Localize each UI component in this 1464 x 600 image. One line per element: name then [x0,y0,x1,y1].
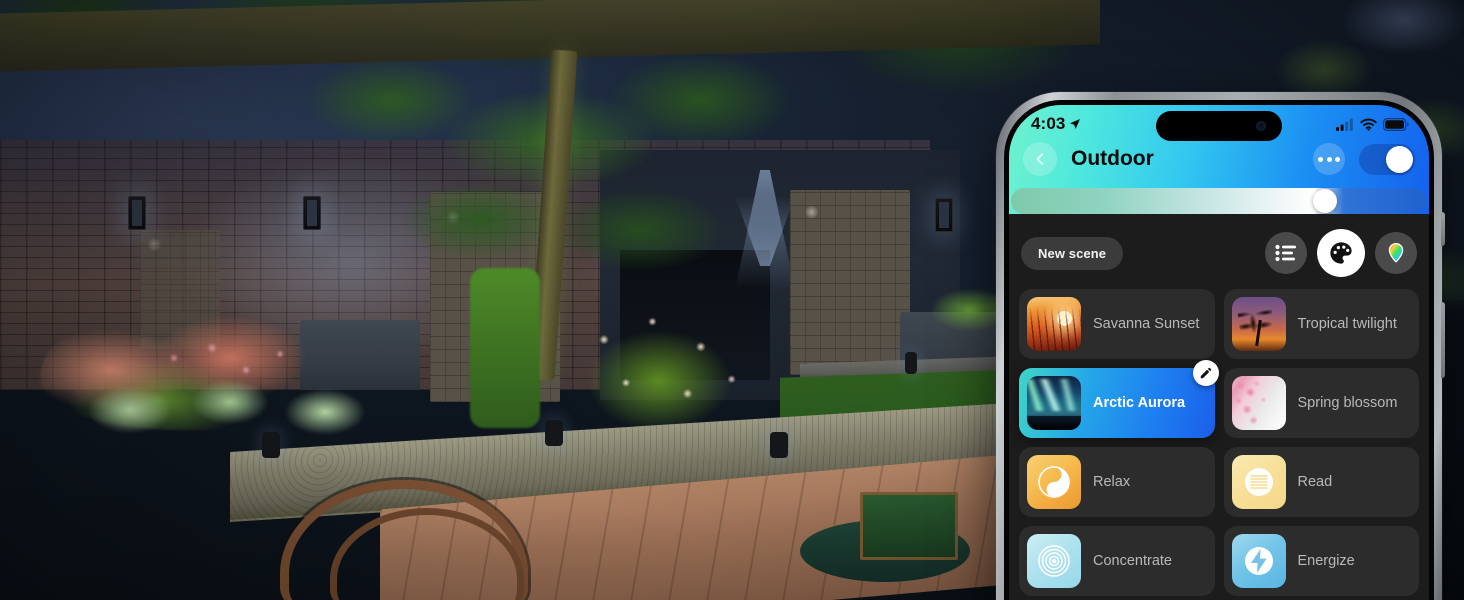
hedge-column [470,268,540,428]
cellular-signal-icon [1336,118,1353,131]
screenshot-stage: 4:03 Outdoor New scene Savanna Sunset Tr… [0,0,1464,600]
garden-spotlight-2 [545,420,563,446]
wall-sconce-far-right [935,198,953,232]
status-time-group: 4:03 [1031,114,1081,134]
scene-label: Read [1297,474,1333,490]
concentrate-target-icon [1038,545,1070,577]
scene-card-read[interactable]: Read [1223,447,1419,517]
chevron-left-icon [1036,153,1043,165]
garden-spotlight-3 [770,432,788,458]
edit-scene-button[interactable] [1192,360,1219,386]
scene-label: Spring blossom [1297,395,1398,411]
energize-bolt-icon [1244,547,1273,575]
table-sign-box [860,492,958,560]
scene-card-arctic-aurora[interactable]: Arctic Aurora [1019,360,1219,438]
phone-notch [1156,111,1282,141]
location-arrow-icon [1070,119,1081,129]
scene-thumbnail-read [1231,455,1286,509]
palette-view-button[interactable] [1317,229,1365,277]
scenes-panel: New scene Savanna Sunset Tropical twilig… [1009,214,1429,596]
pencil-edit-icon [1200,367,1211,379]
scene-label: Energize [1297,553,1355,569]
page-title: Outdoor [1071,147,1154,170]
dot [1335,156,1340,162]
list-view-button[interactable] [1265,232,1307,274]
scene-card-relax[interactable]: Relax [1019,447,1215,517]
phone-mockup: 4:03 Outdoor New scene Savanna Sunset Tr… [996,92,1445,600]
scene-label: Savanna Sunset [1093,316,1200,332]
palette-icon [1330,242,1352,264]
room-nav-row: Outdoor [1009,136,1429,188]
scene-card-tropical-twilight[interactable]: Tropical twilight [1223,289,1419,359]
scene-thumbnail-savanna-sunset [1027,297,1081,351]
scene-card-savanna-sunset[interactable]: Savanna Sunset [1019,289,1215,359]
status-time: 4:03 [1031,114,1066,133]
scene-thumbnail-spring-blossom [1231,376,1286,430]
new-scene-button[interactable]: New scene [1021,236,1124,270]
scene-label: Relax [1093,474,1131,490]
scene-grid: Savanna Sunset Tropical twilight Arctic … [1019,289,1419,596]
scene-label: Concentrate [1093,553,1172,569]
more-options-button[interactable] [1313,143,1345,175]
battery-icon [1383,117,1409,131]
scene-thumbnail-arctic-aurora [1027,376,1081,430]
brightness-slider-knob[interactable] [1312,189,1337,213]
phone-volume-button[interactable] [1441,212,1445,246]
wifi-icon [1360,118,1377,131]
scene-thumbnail-concentrate [1027,534,1081,588]
dot [1326,156,1332,162]
scene-card-concentrate[interactable]: Concentrate [1019,526,1215,596]
back-button[interactable] [1023,142,1057,176]
color-picker-icon [1388,242,1404,263]
scene-card-spring-blossom[interactable]: Spring blossom [1223,368,1419,438]
scene-label: Tropical twilight [1297,316,1397,332]
phone-power-button[interactable] [1441,302,1445,378]
list-view-icon [1275,244,1296,262]
scene-thumbnail-energize [1231,534,1286,588]
status-indicators [1336,117,1409,131]
toggle-knob [1386,145,1413,173]
color-picker-button[interactable] [1375,232,1417,274]
front-camera-icon [1256,121,1266,131]
read-lines-icon [1244,468,1273,496]
phone-bezel: 4:03 Outdoor New scene Savanna Sunset Tr… [1004,100,1434,600]
room-power-toggle[interactable] [1359,143,1415,175]
scene-thumbnail-relax [1027,455,1081,509]
relax-yin-icon [1038,466,1070,498]
wall-sconce-left [128,196,146,230]
scene-thumbnail-tropical-twilight [1231,297,1286,351]
scenes-toolbar: New scene [1021,229,1417,277]
brightness-slider[interactable] [1011,188,1427,214]
scene-card-energize[interactable]: Energize [1223,526,1419,596]
dot [1318,156,1323,162]
garden-spotlight-4 [905,352,917,374]
phone-screen: 4:03 Outdoor New scene Savanna Sunset Tr… [1009,105,1429,600]
scene-label: Arctic Aurora [1093,395,1186,411]
view-mode-buttons [1265,229,1417,277]
garden-spotlight-1 [262,432,280,458]
